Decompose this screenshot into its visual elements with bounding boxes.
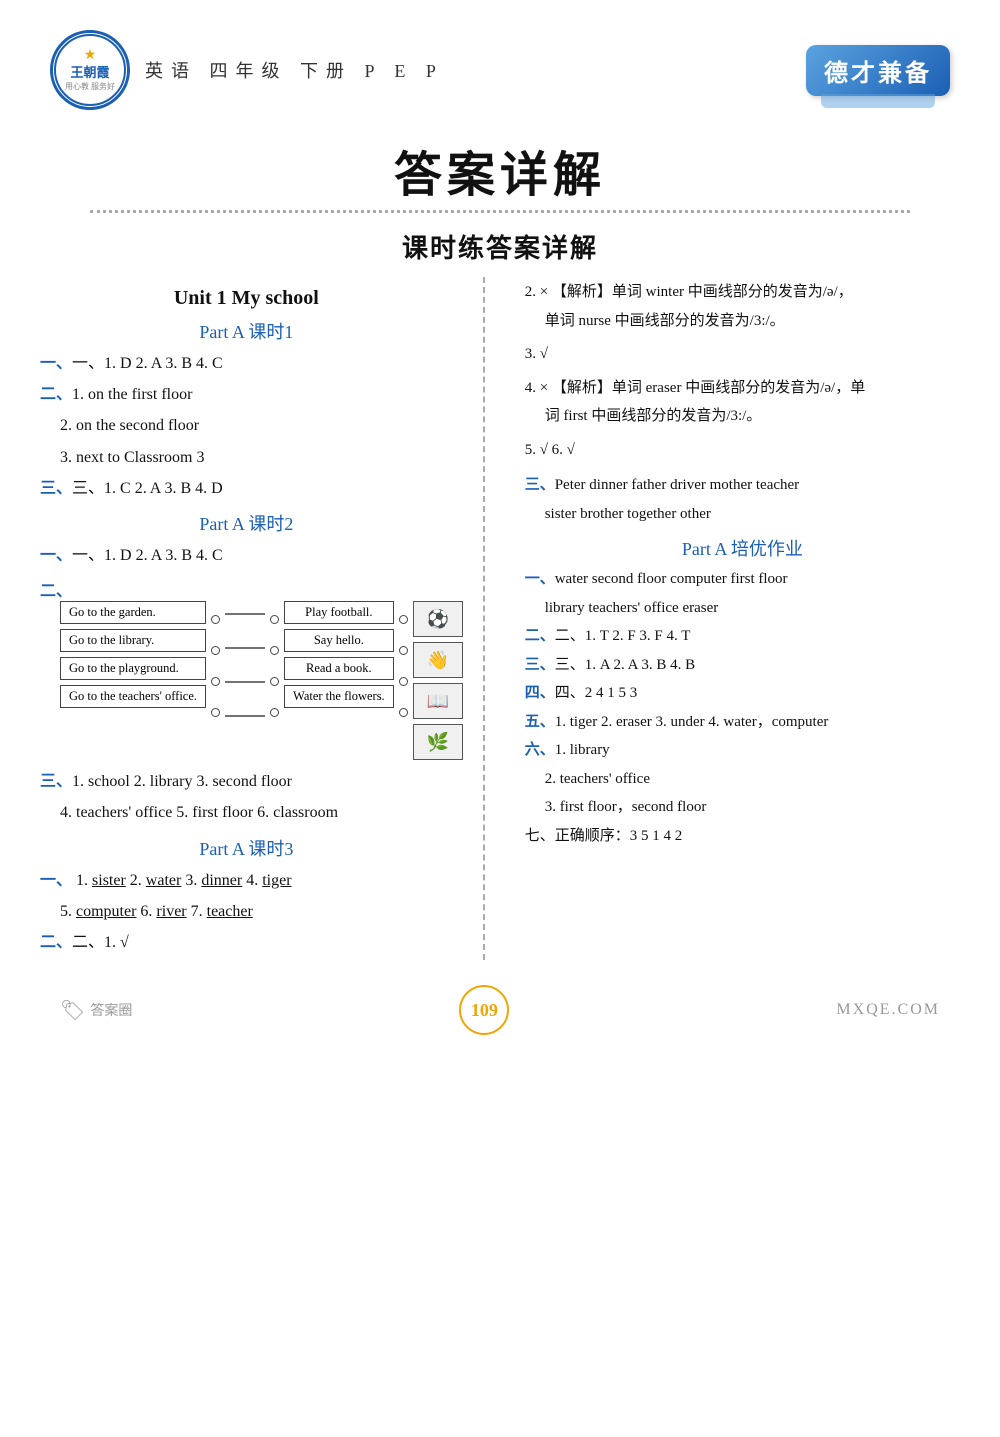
match-right-boxes: Play football. Say hello. Read a book. W…: [284, 601, 394, 708]
peiyu-q5: 五、1. tiger 2. eraser 3. under 4. water，c…: [525, 710, 970, 736]
match-left-1: Go to the garden.: [60, 601, 206, 624]
header: ★ 王朝霞 用心教 服务好 英语 四年级 下册 P E P 德才兼备: [30, 20, 970, 115]
logo-circle: ★ 王朝霞 用心教 服务好: [50, 30, 130, 110]
peiyu-q7: 七、正确顺序：3 5 1 4 2: [525, 824, 970, 850]
match-left-3: Go to the playground.: [60, 657, 206, 680]
peiyu-q3: 三、三、1. A 2. A 3. B 4. B: [525, 653, 970, 679]
brand-area: 德才兼备: [806, 45, 950, 96]
match-left-boxes: Go to the garden. Go to the library. Go …: [60, 601, 206, 708]
header-subject: 英语 四年级 下册 P E P: [145, 57, 444, 83]
match-images: ⚽ 👋 📖 🌿: [413, 601, 463, 760]
section-title: 课时练答案详解: [30, 228, 970, 265]
a2-q3-1: 三、1. school 2. library 3. second floor: [40, 768, 463, 795]
a1-q2-3: 3. next to Classroom 3: [60, 444, 463, 471]
title-divider: [90, 210, 910, 213]
peiyu-q2: 二、二、1. T 2. F 3. F 4. T: [525, 624, 970, 650]
logo-star: ★: [84, 47, 97, 65]
peiyu-q6-2: 2. teachers' office: [545, 767, 970, 793]
peiyu-q1-2: library teachers' office eraser: [545, 596, 970, 622]
r-q3: 三、Peter dinner father driver mother teac…: [525, 473, 970, 499]
match-right-2: Say hello.: [284, 629, 394, 652]
logo-inner: ★ 王朝霞 用心教 服务好: [54, 34, 126, 106]
part-a3-heading: Part A 课时3: [30, 835, 463, 861]
a2-q1: 一、一、1. D 2. A 3. B 4. C: [40, 542, 463, 569]
r-q2-item4: 5. √ 6. √: [525, 438, 970, 464]
part-a1-heading: Part A 课时1: [30, 318, 463, 344]
a3-q2: 二、二、1. √: [40, 929, 463, 956]
r-q2-item3: 4. × 【解析】单词 eraser 中画线部分的发音为/ə/，单: [525, 376, 970, 402]
content-area: Unit 1 My school Part A 课时1 一、一、1. D 2. …: [30, 277, 970, 960]
a1-q2-label: 二、1. on the first floor: [40, 381, 463, 408]
matching-exercise: 二、 Go to the garden. Go to the library. …: [40, 577, 463, 760]
right-column: 2. × 【解析】单词 winter 中画线部分的发音为/ə/， 单词 nurs…: [485, 277, 970, 960]
unit-heading: Unit 1 My school: [30, 287, 463, 310]
a2-q3-2: 4. teachers' office 5. first floor 6. cl…: [60, 799, 463, 826]
match-img-4: 🌿: [413, 724, 463, 760]
peiyu-q1: 一、water second floor computer first floo…: [525, 567, 970, 593]
a3-q1-2: 5. computer 6. river 7. teacher: [60, 898, 463, 925]
match-lines-svg: [225, 601, 265, 737]
match-left-dots: [211, 601, 220, 725]
page-number: 109: [459, 985, 509, 1035]
a3-q1-1: 一、 1. sister 2. water 3. dinner 4. tiger: [40, 867, 463, 894]
match-right-dots: [270, 601, 279, 725]
peiyu-q4: 四、四、2 4 1 5 3: [525, 681, 970, 707]
a1-q1: 一、一、1. D 2. A 3. B 4. C: [40, 350, 463, 377]
header-right: 德才兼备: [806, 45, 950, 96]
match-left-2: Go to the library.: [60, 629, 206, 652]
match-img-2: 👋: [413, 642, 463, 678]
match-right-dots2: [399, 601, 408, 725]
match-left-4: Go to the teachers' office.: [60, 685, 206, 708]
match-right-4: Water the flowers.: [284, 685, 394, 708]
match-img-3: 📖: [413, 683, 463, 719]
footer-left: 🏷 答案圈: [60, 998, 132, 1023]
match-right-1: Play football.: [284, 601, 394, 624]
a1-q3: 三、三、1. C 2. A 3. B 4. D: [40, 475, 463, 502]
header-left: ★ 王朝霞 用心教 服务好 英语 四年级 下册 P E P: [50, 30, 444, 110]
left-column: Unit 1 My school Part A 课时1 一、一、1. D 2. …: [30, 277, 485, 960]
footer-left-label: 答案圈: [90, 1000, 132, 1020]
match-img-1: ⚽: [413, 601, 463, 637]
r-q2-item2: 3. √: [525, 342, 970, 368]
main-title: 答案详解: [30, 135, 970, 205]
peiyu-q6-3: 3. first floor，second floor: [545, 795, 970, 821]
logo-slogan: 用心教 服务好: [65, 82, 115, 92]
peiyu-heading: Part A 培优作业: [515, 535, 970, 561]
page-footer: 🏷 答案圈 109 MXQE.COM: [30, 970, 970, 1045]
footer-right-watermark: MXQE.COM: [836, 1001, 940, 1019]
match-right-3: Read a book.: [284, 657, 394, 680]
peiyu-q6-label: 六、1. library: [525, 738, 970, 764]
r-q3-2: sister brother together other: [545, 502, 970, 528]
logo-name: 王朝霞: [70, 65, 109, 82]
a3-q1-1-text: 1. sister 2. water 3. dinner 4. tiger: [76, 872, 292, 889]
matching-inner: Go to the garden. Go to the library. Go …: [60, 601, 463, 760]
page: ★ 王朝霞 用心教 服务好 英语 四年级 下册 P E P 德才兼备 答案详解 …: [0, 0, 1000, 1437]
r-q2-item1: 2. × 【解析】单词 winter 中画线部分的发音为/ə/，: [525, 280, 970, 306]
brand-logo: 德才兼备: [806, 45, 950, 96]
r-q2-item1b: 单词 nurse 中画线部分的发音为/3:/。: [545, 309, 970, 335]
matching-label: 二、: [40, 577, 463, 601]
r-q2-item3b: 词 first 中画线部分的发音为/3:/。: [545, 404, 970, 430]
a1-q2-2: 2. on the second floor: [60, 412, 463, 439]
part-a2-heading: Part A 课时2: [30, 510, 463, 536]
